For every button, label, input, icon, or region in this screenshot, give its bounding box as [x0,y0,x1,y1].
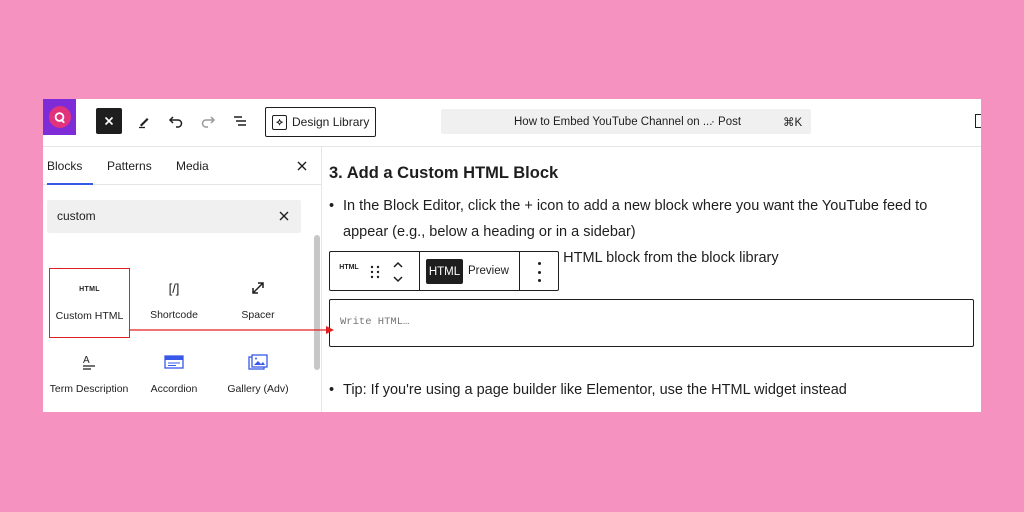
html-block-type-icon[interactable]: HTML [334,264,364,271]
gallery-icon [218,350,298,374]
redo-icon [201,116,216,128]
tab-patterns[interactable]: Patterns [107,147,152,185]
block-shortcode[interactable]: [/] Shortcode [134,276,214,322]
tab-media[interactable]: Media [176,147,209,185]
tools-button[interactable] [131,108,157,134]
post-heading[interactable]: 3. Add a Custom HTML Block [329,164,558,183]
move-up-down-button[interactable] [390,257,406,287]
block-accordion[interactable]: Accordion [134,350,214,396]
design-library-icon: ⟡ [272,114,287,130]
close-icon [297,161,307,171]
close-icon [279,211,289,221]
html-code-input[interactable] [340,316,940,334]
list-item[interactable]: In the Block Editor, click the + icon to… [329,193,973,245]
spacer-icon [218,276,298,300]
block-inserter-sidebar: Blocks Patterns Media HTML Custom HTML [… [43,147,322,412]
top-toolbar: ⟡ Design Library How to Embed YouTube Ch… [43,99,981,147]
block-label: Shortcode [150,309,198,321]
clear-search-button[interactable] [277,209,291,223]
block-label: Custom HTML [55,310,124,322]
more-vertical-icon [537,262,541,265]
undo-button[interactable] [163,108,189,134]
settings-panel-icon[interactable] [975,114,981,128]
svg-text:A: A [83,355,90,366]
command-palette-button[interactable]: How to Embed YouTube Channel on ... · Po… [441,109,811,134]
preview-tab-button[interactable]: Preview [468,259,509,284]
close-sidebar-button[interactable] [294,158,310,174]
search-input[interactable] [57,200,257,233]
sidebar-scrollbar[interactable] [314,235,320,370]
document-title: How to Embed YouTube Channel on ... [514,115,713,128]
close-icon [104,116,114,126]
list-item[interactable]: Tip: If you're using a page builder like… [329,377,847,403]
block-label: Term Description [49,383,129,395]
shortcode-icon: [/] [168,280,180,296]
pencil-icon [139,118,149,129]
document-overview-button[interactable] [227,108,253,134]
design-library-button[interactable]: ⟡ Design Library [265,107,376,137]
html-tab-button[interactable]: HTML [426,259,463,284]
close-inserter-button[interactable] [96,108,122,134]
inserter-tabs: Blocks Patterns Media [43,147,322,185]
custom-html-editor [329,299,974,347]
more-options-button[interactable] [534,262,544,282]
block-label: Gallery (Adv) [227,383,289,395]
toolbar-divider [519,252,520,290]
logo-icon [48,106,71,128]
editor-window: ⟡ Design Library How to Embed YouTube Ch… [43,99,981,412]
accordion-icon [134,350,214,374]
undo-icon [168,116,183,128]
site-logo[interactable] [43,99,76,135]
block-gallery-adv[interactable]: Gallery (Adv) [218,350,298,396]
block-toolbar: HTML HTML Preview [329,251,559,291]
document-type: · Post [711,115,742,128]
term-description-icon: A [49,350,129,374]
toolbar-divider [419,252,420,290]
list-view-icon [234,116,246,126]
editor-canvas: 3. Add a Custom HTML Block In the Block … [323,147,981,412]
block-custom-html[interactable]: HTML Custom HTML [49,268,130,338]
tab-blocks[interactable]: Blocks [47,147,93,185]
chevron-up-down-icon [393,261,403,283]
block-search [47,200,301,233]
html-icon: HTML [79,285,100,293]
block-label: Accordion [150,383,198,395]
block-label: Spacer [241,309,275,321]
design-library-label: Design Library [292,115,370,129]
block-spacer[interactable]: Spacer [218,276,298,322]
block-term-description[interactable]: A Term Description [49,350,129,396]
command-shortcut: ⌘K [783,116,803,129]
drag-handle-icon[interactable] [368,264,382,280]
redo-button[interactable] [195,108,221,134]
